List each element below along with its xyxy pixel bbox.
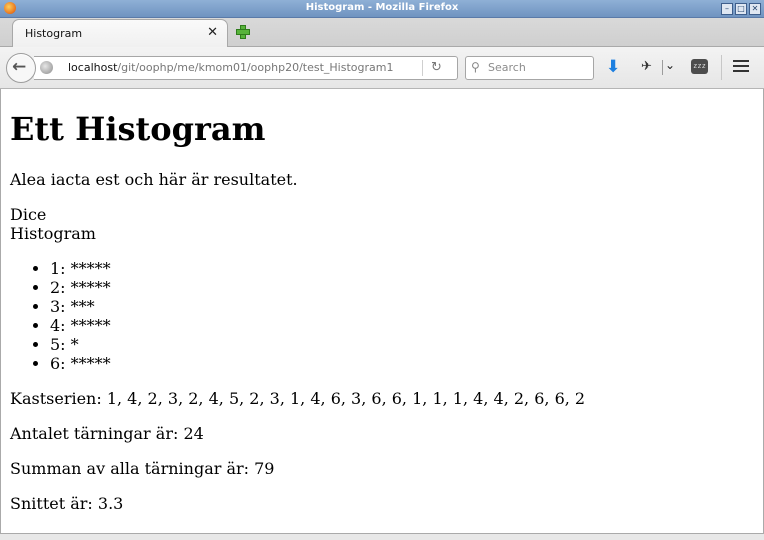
tab-strip: Histogram ✕ bbox=[0, 18, 764, 47]
intro-text: Alea iacta est och här är resultatet. bbox=[10, 170, 298, 189]
histogram-label: Histogram bbox=[10, 224, 96, 243]
tab-histogram[interactable]: Histogram ✕ bbox=[12, 19, 228, 47]
dice-count-text: Antalet tärningar är: 24 bbox=[10, 424, 204, 443]
list-item: 6: ***** bbox=[50, 354, 111, 373]
list-item: 2: ***** bbox=[50, 278, 111, 297]
close-icon[interactable]: ✕ bbox=[207, 25, 218, 40]
menu-separator bbox=[721, 55, 722, 80]
navigation-toolbar: localhost/git/oophp/me/kmom01/oophp20/te… bbox=[0, 47, 764, 89]
dice-label: Dice bbox=[10, 205, 47, 224]
back-button[interactable]: ← bbox=[6, 53, 36, 83]
menu-icon[interactable] bbox=[733, 60, 749, 74]
url-text[interactable]: localhost/git/oophp/me/kmom01/oophp20/te… bbox=[68, 61, 393, 74]
dice-sum-text: Summan av alla tärningar är: 79 bbox=[10, 459, 275, 478]
window-title: Histogram - Mozilla Firefox bbox=[305, 2, 459, 13]
dice-average-text: Snittet är: 3.3 bbox=[10, 494, 124, 513]
maximize-icon[interactable]: □ bbox=[735, 3, 747, 15]
list-item: 1: ***** bbox=[50, 259, 111, 278]
plus-icon[interactable] bbox=[235, 24, 251, 40]
tab-title: Histogram bbox=[25, 27, 83, 40]
reload-icon[interactable]: ↻ bbox=[431, 60, 442, 75]
url-path: /git/oophp/me/kmom01/oophp20/test_Histog… bbox=[117, 61, 394, 74]
download-icon[interactable]: ⬇ bbox=[606, 57, 620, 77]
search-icon: ⚲ bbox=[471, 60, 480, 74]
page-content: Ett Histogram Alea iacta est och här är … bbox=[0, 89, 764, 533]
page-title: Ett Histogram bbox=[10, 110, 266, 148]
list-item: 5: * bbox=[50, 335, 111, 354]
list-item: 4: ***** bbox=[50, 316, 111, 335]
addon-icon[interactable]: ✈ bbox=[641, 59, 652, 74]
window-title-bar: Histogram - Mozilla Firefox – □ ✕ bbox=[0, 0, 764, 18]
url-bar[interactable]: localhost/git/oophp/me/kmom01/oophp20/te… bbox=[34, 56, 458, 80]
chevron-down-icon[interactable]: ⌄ bbox=[665, 58, 675, 72]
addon-separator bbox=[662, 60, 663, 75]
list-item: 3: *** bbox=[50, 297, 111, 316]
close-icon[interactable]: ✕ bbox=[749, 3, 761, 15]
search-input[interactable] bbox=[488, 59, 586, 75]
search-box[interactable]: ⚲ bbox=[465, 56, 594, 80]
back-arrow-icon: ← bbox=[12, 57, 27, 77]
url-host: localhost bbox=[68, 61, 118, 74]
url-separator bbox=[422, 60, 423, 76]
sleep-icon[interactable]: zzz bbox=[691, 59, 708, 74]
histogram-list: 1: ***** 2: ***** 3: *** 4: ***** 5: * 6… bbox=[10, 259, 111, 373]
throw-series-text: Kastserien: 1, 4, 2, 3, 2, 4, 5, 2, 3, 1… bbox=[10, 389, 586, 408]
dice-labels: Dice Histogram bbox=[10, 205, 96, 243]
minimize-icon[interactable]: – bbox=[721, 3, 733, 15]
globe-icon[interactable] bbox=[40, 61, 53, 74]
